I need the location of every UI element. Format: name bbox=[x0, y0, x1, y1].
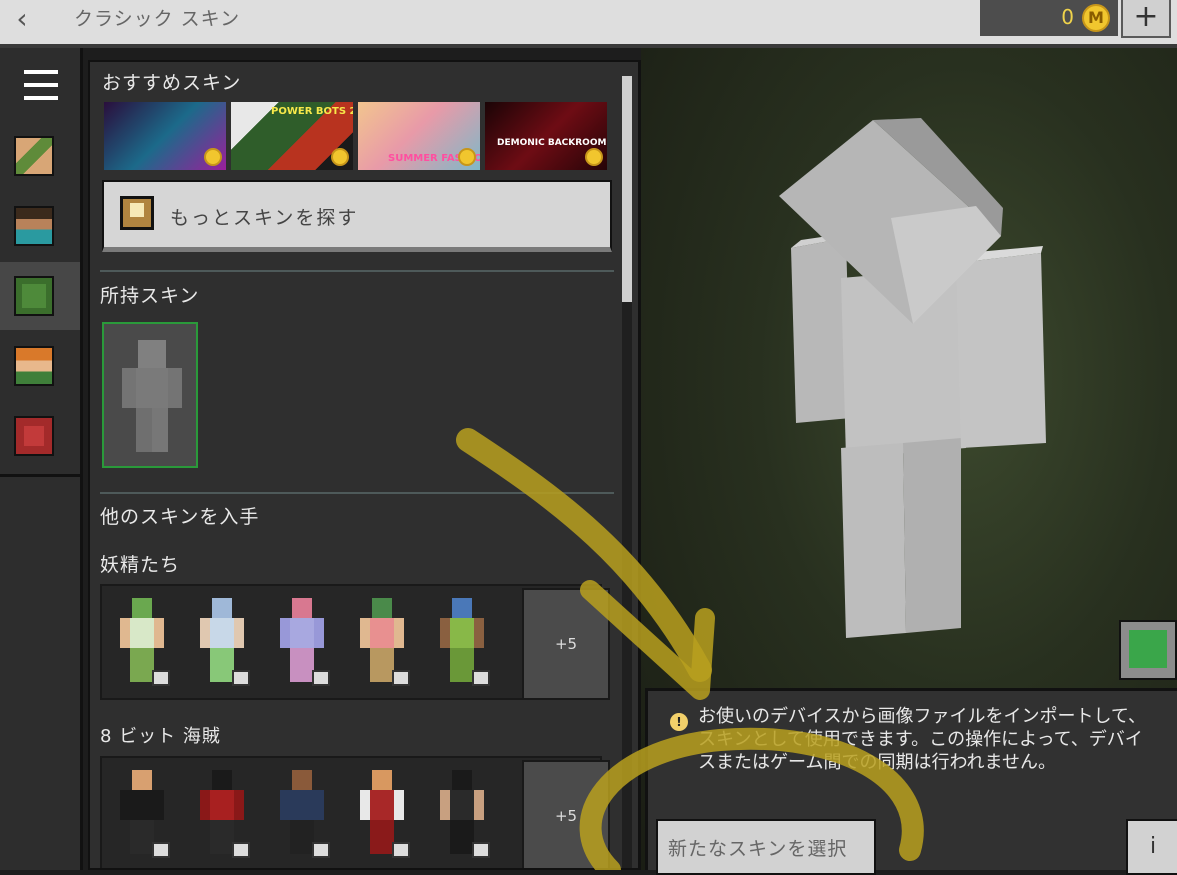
lock-icon bbox=[232, 842, 250, 858]
lock-icon bbox=[472, 842, 490, 858]
find-more-skins-button[interactable]: もっとスキンを探す bbox=[102, 180, 612, 252]
minecoin-icon: M bbox=[1082, 4, 1110, 32]
find-more-skins-label: もっとスキンを探す bbox=[170, 207, 359, 229]
import-info-box: ! お使いのデバイスから画像ファイルをインポートして、スキンとして使用できます。… bbox=[645, 688, 1177, 875]
lock-icon bbox=[312, 842, 330, 858]
pack-skin[interactable] bbox=[200, 770, 250, 858]
coin-count: 0 bbox=[1061, 5, 1074, 29]
sidebar-item-store[interactable] bbox=[0, 402, 80, 470]
minecoin-icon bbox=[458, 148, 476, 166]
pack-skin[interactable] bbox=[360, 770, 410, 858]
more-skins-tile[interactable]: +5 bbox=[522, 760, 610, 868]
sidebar-item-classic-skins[interactable] bbox=[0, 262, 80, 330]
featured-pack-3[interactable]: SUMMER FASHION bbox=[358, 102, 480, 170]
lock-icon bbox=[392, 670, 410, 686]
steve-head-icon bbox=[14, 206, 54, 246]
fullscreen-expand-button[interactable] bbox=[1119, 620, 1177, 680]
add-coins-button[interactable]: + bbox=[1121, 0, 1171, 38]
sidebar-item-steve[interactable] bbox=[0, 192, 80, 260]
pack-skin[interactable] bbox=[280, 770, 330, 858]
page-title: クラシック スキン bbox=[74, 8, 241, 30]
featured-pack-1[interactable] bbox=[104, 102, 226, 170]
featured-pack-label: DEMONIC BACKROOMS RED bbox=[497, 138, 607, 148]
pack-skin[interactable] bbox=[440, 598, 490, 686]
panel-scrollbar[interactable] bbox=[622, 76, 632, 868]
default-skin-silhouette-icon bbox=[122, 340, 182, 452]
more-skins-tile[interactable]: +5 bbox=[522, 588, 610, 700]
left-rail bbox=[0, 48, 83, 870]
sidebar-item-alex[interactable] bbox=[0, 332, 80, 400]
classic-skins-icon bbox=[14, 276, 54, 316]
store-chest-icon bbox=[120, 196, 154, 230]
select-new-skin-button[interactable]: 新たなスキンを選択 bbox=[656, 819, 876, 875]
lock-icon bbox=[472, 670, 490, 686]
pack-title-pirates: 8 ビット 海賊 bbox=[100, 726, 221, 747]
pack-skin[interactable] bbox=[360, 598, 410, 686]
hamburger-menu-icon[interactable] bbox=[24, 70, 58, 102]
lock-icon bbox=[152, 670, 170, 686]
featured-pack-4[interactable]: DEMONIC BACKROOMS RED bbox=[485, 102, 607, 170]
minecoin-icon bbox=[331, 148, 349, 166]
lightbulb-help-icon[interactable]: i bbox=[1126, 819, 1177, 875]
lock-icon bbox=[392, 842, 410, 858]
rail-divider bbox=[0, 474, 80, 477]
owned-heading: 所持スキン bbox=[100, 285, 200, 307]
select-new-skin-label: 新たなスキンを選択 bbox=[668, 838, 848, 860]
minecoin-icon bbox=[585, 148, 603, 166]
owned-skin-default[interactable] bbox=[102, 322, 198, 468]
pack-skin[interactable] bbox=[120, 770, 170, 858]
store-bag-icon bbox=[14, 416, 54, 456]
minecoin-icon bbox=[204, 148, 222, 166]
skins-panel: おすすめスキン POWER BOTS 2 SUMMER FASHION DEMO… bbox=[88, 60, 641, 870]
pack-title-fairies: 妖精たち bbox=[100, 554, 181, 576]
pack-grid-pirates: +5 bbox=[100, 756, 610, 868]
section-divider bbox=[100, 270, 614, 272]
section-divider bbox=[100, 492, 614, 494]
import-info-text: お使いのデバイスから画像ファイルをインポートして、スキンとして使用できます。この… bbox=[698, 706, 1147, 773]
top-bar: ‹ クラシック スキン 0 M + bbox=[0, 0, 1177, 48]
featured-pack-2[interactable]: POWER BOTS 2 bbox=[231, 102, 353, 170]
back-arrow-icon[interactable]: ‹ bbox=[8, 2, 36, 38]
pack-skin[interactable] bbox=[280, 598, 330, 686]
lock-icon bbox=[312, 670, 330, 686]
pack-skin[interactable] bbox=[440, 770, 490, 858]
coin-balance: 0 M bbox=[980, 0, 1118, 36]
lock-icon bbox=[152, 842, 170, 858]
pack-skin[interactable] bbox=[200, 598, 250, 686]
pack-skin[interactable] bbox=[120, 598, 170, 686]
recommended-heading: おすすめスキン bbox=[102, 72, 242, 94]
pack-grid-fairies: +5 bbox=[100, 584, 610, 700]
featured-pack-label: POWER BOTS 2 bbox=[271, 106, 353, 117]
scrollbar-thumb[interactable] bbox=[622, 76, 632, 302]
info-icon: ! bbox=[670, 713, 688, 731]
sidebar-item-skin-1[interactable] bbox=[0, 122, 80, 190]
lock-icon bbox=[232, 670, 250, 686]
alex-head-icon bbox=[14, 346, 54, 386]
get-more-heading: 他のスキンを入手 bbox=[100, 506, 260, 528]
skin-avatar-icon bbox=[14, 136, 54, 176]
